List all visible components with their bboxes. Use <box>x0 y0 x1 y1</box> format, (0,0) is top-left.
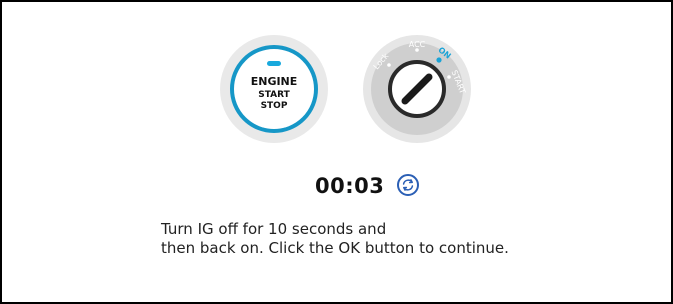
lock-dot <box>387 63 391 67</box>
engine-button-ring: ENGINE START STOP <box>230 45 318 133</box>
engine-indicator-led <box>267 61 281 66</box>
on-dot <box>436 57 442 63</box>
refresh-icon <box>402 179 414 191</box>
dialog-panel: ENGINE START STOP ACC Lock ON START 00:0… <box>0 0 673 304</box>
start-dot <box>447 75 451 79</box>
instruction-line-2: then back on. Click the OK button to con… <box>161 239 509 257</box>
countdown-timer: 00:03 <box>315 174 385 198</box>
engine-start-stop-button: ENGINE START STOP <box>220 35 328 143</box>
instruction-text: Turn IG off for 10 seconds and then back… <box>161 220 509 258</box>
engine-start-label: START <box>258 90 290 100</box>
refresh-button[interactable] <box>397 174 419 196</box>
engine-stop-label: STOP <box>260 101 288 111</box>
ignition-key-dial: ACC Lock ON START <box>363 35 471 143</box>
instruction-line-1: Turn IG off for 10 seconds and <box>161 220 387 238</box>
engine-label: ENGINE <box>250 75 298 88</box>
acc-label: ACC <box>409 40 426 49</box>
